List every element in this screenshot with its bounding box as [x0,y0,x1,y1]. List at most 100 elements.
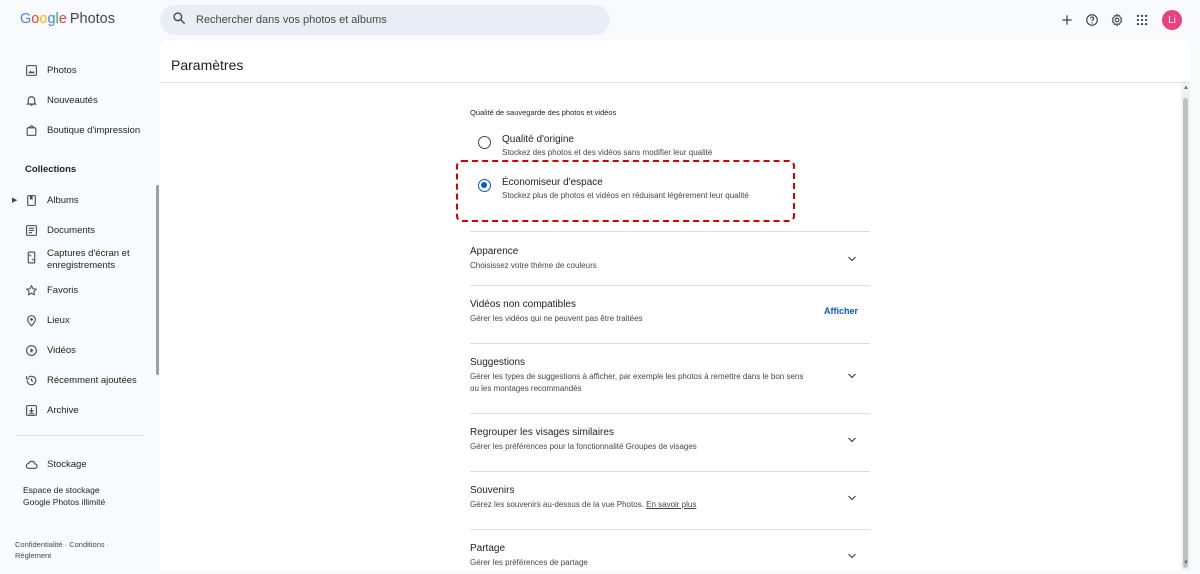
history-icon [26,375,37,386]
sidebar-item-label: Récemment ajoutées [47,375,137,386]
sidebar-item-photos[interactable]: Photos [25,64,77,77]
row-divider [470,343,870,344]
setting-desc: Gérer les préférences pour la fonctionna… [470,442,697,451]
main-scrollbar-thumb[interactable] [1183,98,1188,568]
sidebar-item-label: Favoris [47,285,79,296]
setting-apparence[interactable]: Apparence Choisissez votre thème de coul… [470,246,870,276]
logo-product: Photos [69,11,115,27]
screenshot-icon [27,251,36,264]
collections-heading: Collections [25,164,77,175]
sidebar-item-archive[interactable]: Archive [25,404,79,417]
footer-line-2[interactable]: Règlement [15,551,51,560]
setting-partage[interactable]: Partage Gérer les préférences de partage [470,543,870,573]
photo-icon [26,65,37,76]
settings-icon[interactable] [1104,9,1129,31]
sidebar-item-videos[interactable]: Vidéos [25,344,76,357]
setting-title: Souvenirs [470,485,515,496]
setting-regrouper-visages[interactable]: Regrouper les visages similaires Gérer l… [470,427,870,457]
row-divider [470,285,870,286]
avatar[interactable]: Li [1162,10,1182,30]
setting-desc-text: Gérez les souvenirs au-dessus de la vue … [470,500,644,509]
row-divider [470,529,870,530]
show-button[interactable]: Afficher [824,306,858,316]
sidebar-item-label: Photos [47,65,77,76]
sidebar-scrollbar[interactable] [156,185,159,375]
search-input[interactable]: Rechercher dans vos photos et albums [196,14,387,26]
sidebar-item-lieux[interactable]: Lieux [25,314,70,327]
title-divider [160,82,1190,83]
sidebar-item-label: Lieux [47,315,70,326]
star-icon [26,285,37,296]
sidebar-item-label: Captures d'écran et enregistrements [47,248,130,272]
sidebar-item-label-line2: enregistrements [47,260,116,271]
scroll-up-arrow-icon[interactable]: ▲ [1183,85,1189,91]
sidebar-item-nouveautes[interactable]: Nouveautés [25,94,98,107]
sidebar: Photos Nouveautés Boutique d'impression … [0,40,160,574]
sidebar-item-boutique[interactable]: Boutique d'impression [25,124,140,137]
sidebar-item-documents[interactable]: Documents [25,224,95,237]
setting-videos-non-compatibles: Vidéos non compatibles Gérer les vidéos … [470,299,870,329]
archive-icon [26,405,37,416]
radio-original-quality[interactable] [478,136,491,149]
backup-quality-heading: Qualité de sauvegarde des photos et vidé… [470,108,617,117]
setting-title: Suggestions [470,357,526,368]
page-title: Paramètres [171,57,244,73]
add-icon[interactable] [1054,9,1079,31]
chevron-down-icon[interactable] [846,491,858,503]
sidebar-item-albums[interactable]: Albums [25,194,79,207]
storage-info: Espace de stockage Google Photos illimit… [23,484,105,508]
sidebar-item-favoris[interactable]: Favoris [25,284,78,297]
storage-line-2: Google Photos illimité [23,497,106,507]
option-title: Qualité d'origine [502,134,574,145]
option-original-quality[interactable]: Qualité d'origine Stockez des photos et … [478,134,712,157]
sidebar-item-label-line1: Captures d'écran et [47,248,130,259]
highlight-annotation-box [456,160,795,222]
search-icon[interactable] [172,11,186,30]
setting-suggestions[interactable]: Suggestions Gérer les types de suggestio… [470,357,870,397]
location-pin-icon [27,315,36,327]
row-divider [470,471,870,472]
footer-line-1[interactable]: Confidentialité · Conditions · [15,540,109,549]
expand-caret-icon[interactable]: ▶ [12,196,17,204]
sidebar-item-captures[interactable]: Captures d'écran et enregistrements [25,248,130,272]
setting-desc: Gérer les vidéos qui ne peuvent pas être… [470,314,643,323]
album-icon [27,195,36,206]
help-icon[interactable] [1079,9,1104,31]
setting-desc: Gérer les préférences de partage [470,558,588,567]
settings-panel: Paramètres Qualité de sauvegarde des pho… [160,40,1190,570]
sidebar-item-label: Nouveautés [47,95,98,106]
shopping-bag-icon [26,125,37,136]
google-photos-logo[interactable]: Google Photos [20,11,115,27]
setting-title: Regrouper les visages similaires [470,427,614,438]
storage-line-1: Espace de stockage [23,485,100,495]
setting-desc: Gérez les souvenirs au-dessus de la vue … [470,499,810,511]
chevron-down-icon[interactable] [846,369,858,381]
sidebar-item-label: Boutique d'impression [47,125,141,136]
sidebar-item-label: Stockage [47,459,87,470]
apps-grid-icon[interactable] [1129,9,1154,31]
setting-desc: Choisissez votre thème de couleurs [470,261,597,270]
footer-links[interactable]: Confidentialité · Conditions · Règlement [15,539,109,561]
cloud-icon [25,460,38,469]
sidebar-divider [15,435,145,436]
sidebar-item-recentes[interactable]: Récemment ajoutées [25,374,137,387]
sidebar-item-label: Albums [47,195,79,206]
setting-souvenirs[interactable]: Souvenirs Gérez les souvenirs au-dessus … [470,485,870,515]
chevron-down-icon[interactable] [846,549,858,561]
document-icon [26,225,37,236]
setting-title: Partage [470,543,506,554]
chevron-down-icon[interactable] [846,252,858,264]
top-actions: Li [1054,9,1182,31]
row-divider [470,413,870,414]
setting-desc: Gérer les types de suggestions à affiche… [470,372,804,393]
option-desc: Stockez des photos et des vidéos sans mo… [502,148,713,157]
row-divider [470,231,870,232]
setting-title: Apparence [470,246,519,257]
chevron-down-icon[interactable] [846,433,858,445]
scroll-down-arrow-icon[interactable]: ▼ [1183,560,1189,566]
sidebar-item-label: Archive [47,405,79,416]
learn-more-link[interactable]: En savoir plus [646,500,696,509]
sidebar-item-stockage[interactable]: Stockage [25,458,87,471]
search-bar[interactable]: Rechercher dans vos photos et albums [160,5,610,35]
logo-google-word: Google [20,11,67,27]
